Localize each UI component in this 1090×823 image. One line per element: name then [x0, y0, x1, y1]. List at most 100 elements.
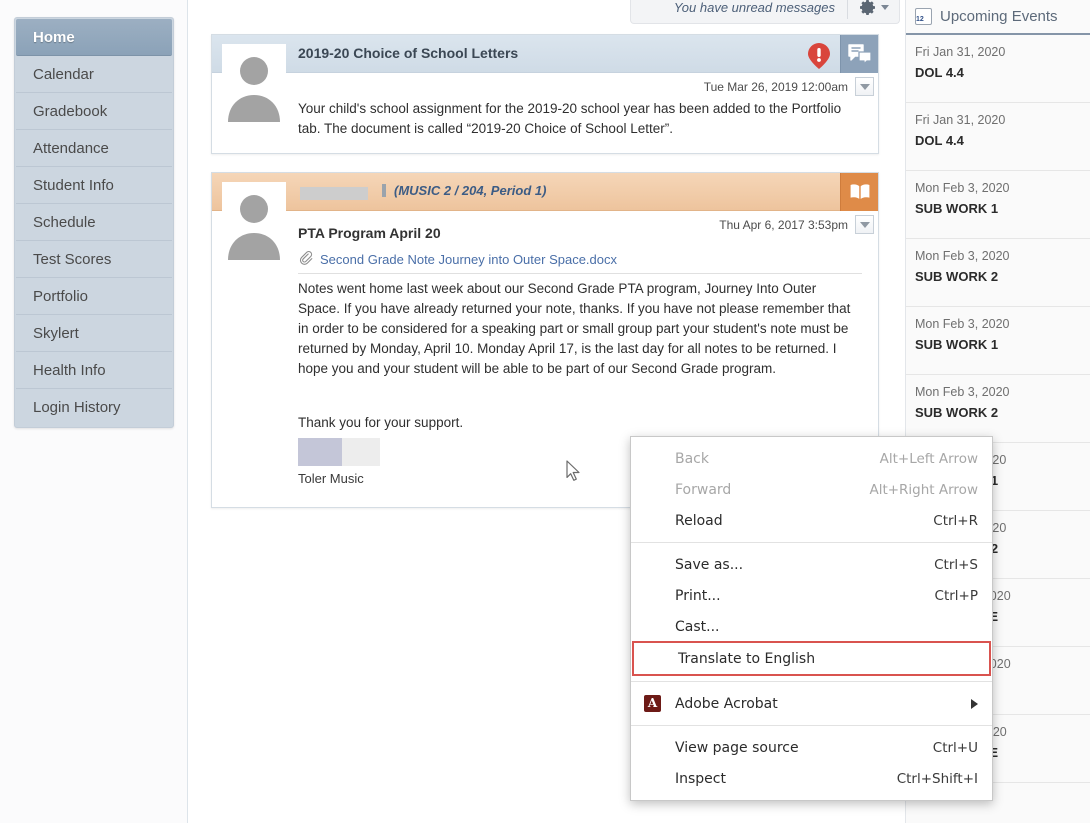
menu-item-shortcut: Ctrl+S: [934, 557, 978, 573]
signature-caption: Toler Music: [298, 471, 364, 486]
paperclip-icon: [298, 250, 314, 269]
message-bubbles-icon[interactable]: [840, 35, 878, 73]
message-date: Thu Apr 6, 2017 3:53pm: [719, 218, 855, 232]
calendar-icon: 12: [915, 8, 932, 25]
event-item[interactable]: Fri Jan 31, 2020DOL 4.4: [906, 35, 1090, 103]
messages-header-bar: You have unread messages: [630, 0, 900, 24]
event-name: SUB WORK 2: [915, 266, 1090, 288]
message-card[interactable]: 2019-20 Choice of School Letters Tue Mar…: [211, 34, 879, 154]
menu-item-label: Forward: [631, 482, 869, 498]
menu-item-label: Inspect: [631, 771, 897, 787]
menu-item-label: Print...: [631, 588, 935, 604]
menu-item-view-page-source[interactable]: View page sourceCtrl+U: [631, 732, 992, 763]
menu-item-label: Adobe Acrobat: [631, 696, 965, 712]
event-date: Fri Jan 31, 2020: [915, 111, 1090, 130]
course-label: (MUSIC 2 / 204, Period 1): [382, 183, 546, 198]
menu-item-cast[interactable]: Cast...: [631, 611, 992, 642]
main-navigation: HomeCalendarGradebookAttendanceStudent I…: [14, 17, 174, 428]
message-meta: Tue Mar 26, 2019 12:00am: [704, 77, 874, 96]
menu-item-print[interactable]: Print...Ctrl+P: [631, 580, 992, 611]
event-date: Mon Feb 3, 2020: [915, 179, 1090, 198]
menu-item-shortcut: Ctrl+Shift+I: [897, 771, 978, 787]
avatar: [222, 182, 286, 260]
message-expand-button[interactable]: [855, 77, 874, 96]
event-name: DOL 4.4: [915, 130, 1090, 152]
menu-item-label: Cast...: [631, 619, 978, 635]
event-item[interactable]: Mon Feb 3, 2020SUB WORK 2: [906, 375, 1090, 443]
sender-name-redacted: [300, 187, 368, 200]
menu-item-label: Back: [631, 451, 880, 467]
menu-item-save-as[interactable]: Save as...Ctrl+S: [631, 549, 992, 580]
divider: [298, 273, 862, 274]
event-date: Fri Jan 31, 2020: [915, 43, 1090, 62]
upcoming-events-header: 12 Upcoming Events: [906, 0, 1090, 35]
menu-item-label: Save as...: [631, 557, 934, 573]
menu-item-reload[interactable]: ReloadCtrl+R: [631, 505, 992, 536]
menu-item-adobe-acrobat[interactable]: AAdobe Acrobat: [631, 688, 992, 719]
browser-context-menu[interactable]: BackAlt+Left ArrowForwardAlt+Right Arrow…: [630, 436, 993, 801]
event-item[interactable]: Fri Jan 31, 2020DOL 4.4: [906, 103, 1090, 171]
adobe-acrobat-icon: A: [644, 695, 661, 712]
event-date: Mon Feb 3, 2020: [915, 383, 1090, 402]
event-date: Mon Feb 3, 2020: [915, 247, 1090, 266]
menu-separator: [631, 681, 992, 682]
message-closing: Thank you for your support.: [298, 413, 862, 433]
menu-item-label: View page source: [631, 740, 933, 756]
event-item[interactable]: Mon Feb 3, 2020SUB WORK 1: [906, 171, 1090, 239]
message-body: Notes went home last week about our Seco…: [298, 279, 862, 379]
submenu-arrow-icon: [971, 699, 978, 709]
message-meta: Thu Apr 6, 2017 3:53pm: [719, 215, 874, 234]
event-name: SUB WORK 1: [915, 198, 1090, 220]
event-name: DOL 4.4: [915, 62, 1090, 84]
message-title: 2019-20 Choice of School Letters: [298, 45, 518, 61]
event-name: SUB WORK 1: [915, 334, 1090, 356]
menu-item-shortcut: Ctrl+R: [933, 513, 978, 529]
sidebar-item-skylert[interactable]: Skylert: [16, 315, 172, 352]
menu-item-shortcut: Alt+Right Arrow: [869, 482, 978, 498]
menu-item-back: BackAlt+Left Arrow: [631, 443, 992, 474]
sidebar-item-gradebook[interactable]: Gradebook: [16, 93, 172, 130]
settings-gear-button[interactable]: [847, 0, 899, 19]
gear-icon: [859, 0, 876, 16]
message-subject: PTA Program April 20: [298, 225, 441, 241]
event-name: SUB WORK 2: [915, 402, 1090, 424]
menu-item-forward: ForwardAlt+Right Arrow: [631, 474, 992, 505]
menu-item-shortcut: Ctrl+P: [935, 588, 978, 604]
sidebar-item-calendar[interactable]: Calendar: [16, 56, 172, 93]
chevron-down-icon: [881, 5, 889, 10]
course-text: (MUSIC 2 / 204, Period 1): [394, 183, 546, 198]
sidebar-item-schedule[interactable]: Schedule: [16, 204, 172, 241]
unread-messages-label: You have unread messages: [674, 0, 847, 15]
chevron-down-icon: [860, 222, 870, 228]
event-item[interactable]: Mon Feb 3, 2020SUB WORK 2: [906, 239, 1090, 307]
message-expand-button[interactable]: [855, 215, 874, 234]
left-sidebar: HomeCalendarGradebookAttendanceStudent I…: [0, 0, 188, 823]
sidebar-item-test-scores[interactable]: Test Scores: [16, 241, 172, 278]
attachment-link[interactable]: Second Grade Note Journey into Outer Spa…: [314, 252, 617, 267]
avatar: [222, 44, 286, 122]
alert-exclamation-icon[interactable]: [808, 43, 830, 72]
attachment-row[interactable]: Second Grade Note Journey into Outer Spa…: [298, 250, 617, 269]
menu-separator: [631, 542, 992, 543]
menu-item-label: Translate to English: [634, 651, 975, 667]
open-book-icon[interactable]: [840, 173, 878, 211]
menu-separator: [631, 725, 992, 726]
upcoming-events-title: Upcoming Events: [932, 8, 1058, 25]
sidebar-item-health-info[interactable]: Health Info: [16, 352, 172, 389]
chevron-down-icon: [860, 84, 870, 90]
message-date: Tue Mar 26, 2019 12:00am: [704, 80, 855, 94]
menu-item-shortcut: Ctrl+U: [933, 740, 978, 756]
sidebar-item-home[interactable]: Home: [16, 19, 172, 56]
menu-item-label: Reload: [631, 513, 933, 529]
message-body: Your child's school assignment for the 2…: [298, 99, 862, 139]
menu-item-translate-to-english[interactable]: Translate to English: [633, 642, 990, 675]
sidebar-item-student-info[interactable]: Student Info: [16, 167, 172, 204]
sidebar-item-login-history[interactable]: Login History: [16, 389, 172, 426]
event-item[interactable]: Mon Feb 3, 2020SUB WORK 1: [906, 307, 1090, 375]
event-date: Mon Feb 3, 2020: [915, 315, 1090, 334]
signature-image-placeholder: [298, 438, 380, 466]
menu-item-inspect[interactable]: InspectCtrl+Shift+I: [631, 763, 992, 794]
menu-item-shortcut: Alt+Left Arrow: [880, 451, 978, 467]
sidebar-item-portfolio[interactable]: Portfolio: [16, 278, 172, 315]
sidebar-item-attendance[interactable]: Attendance: [16, 130, 172, 167]
